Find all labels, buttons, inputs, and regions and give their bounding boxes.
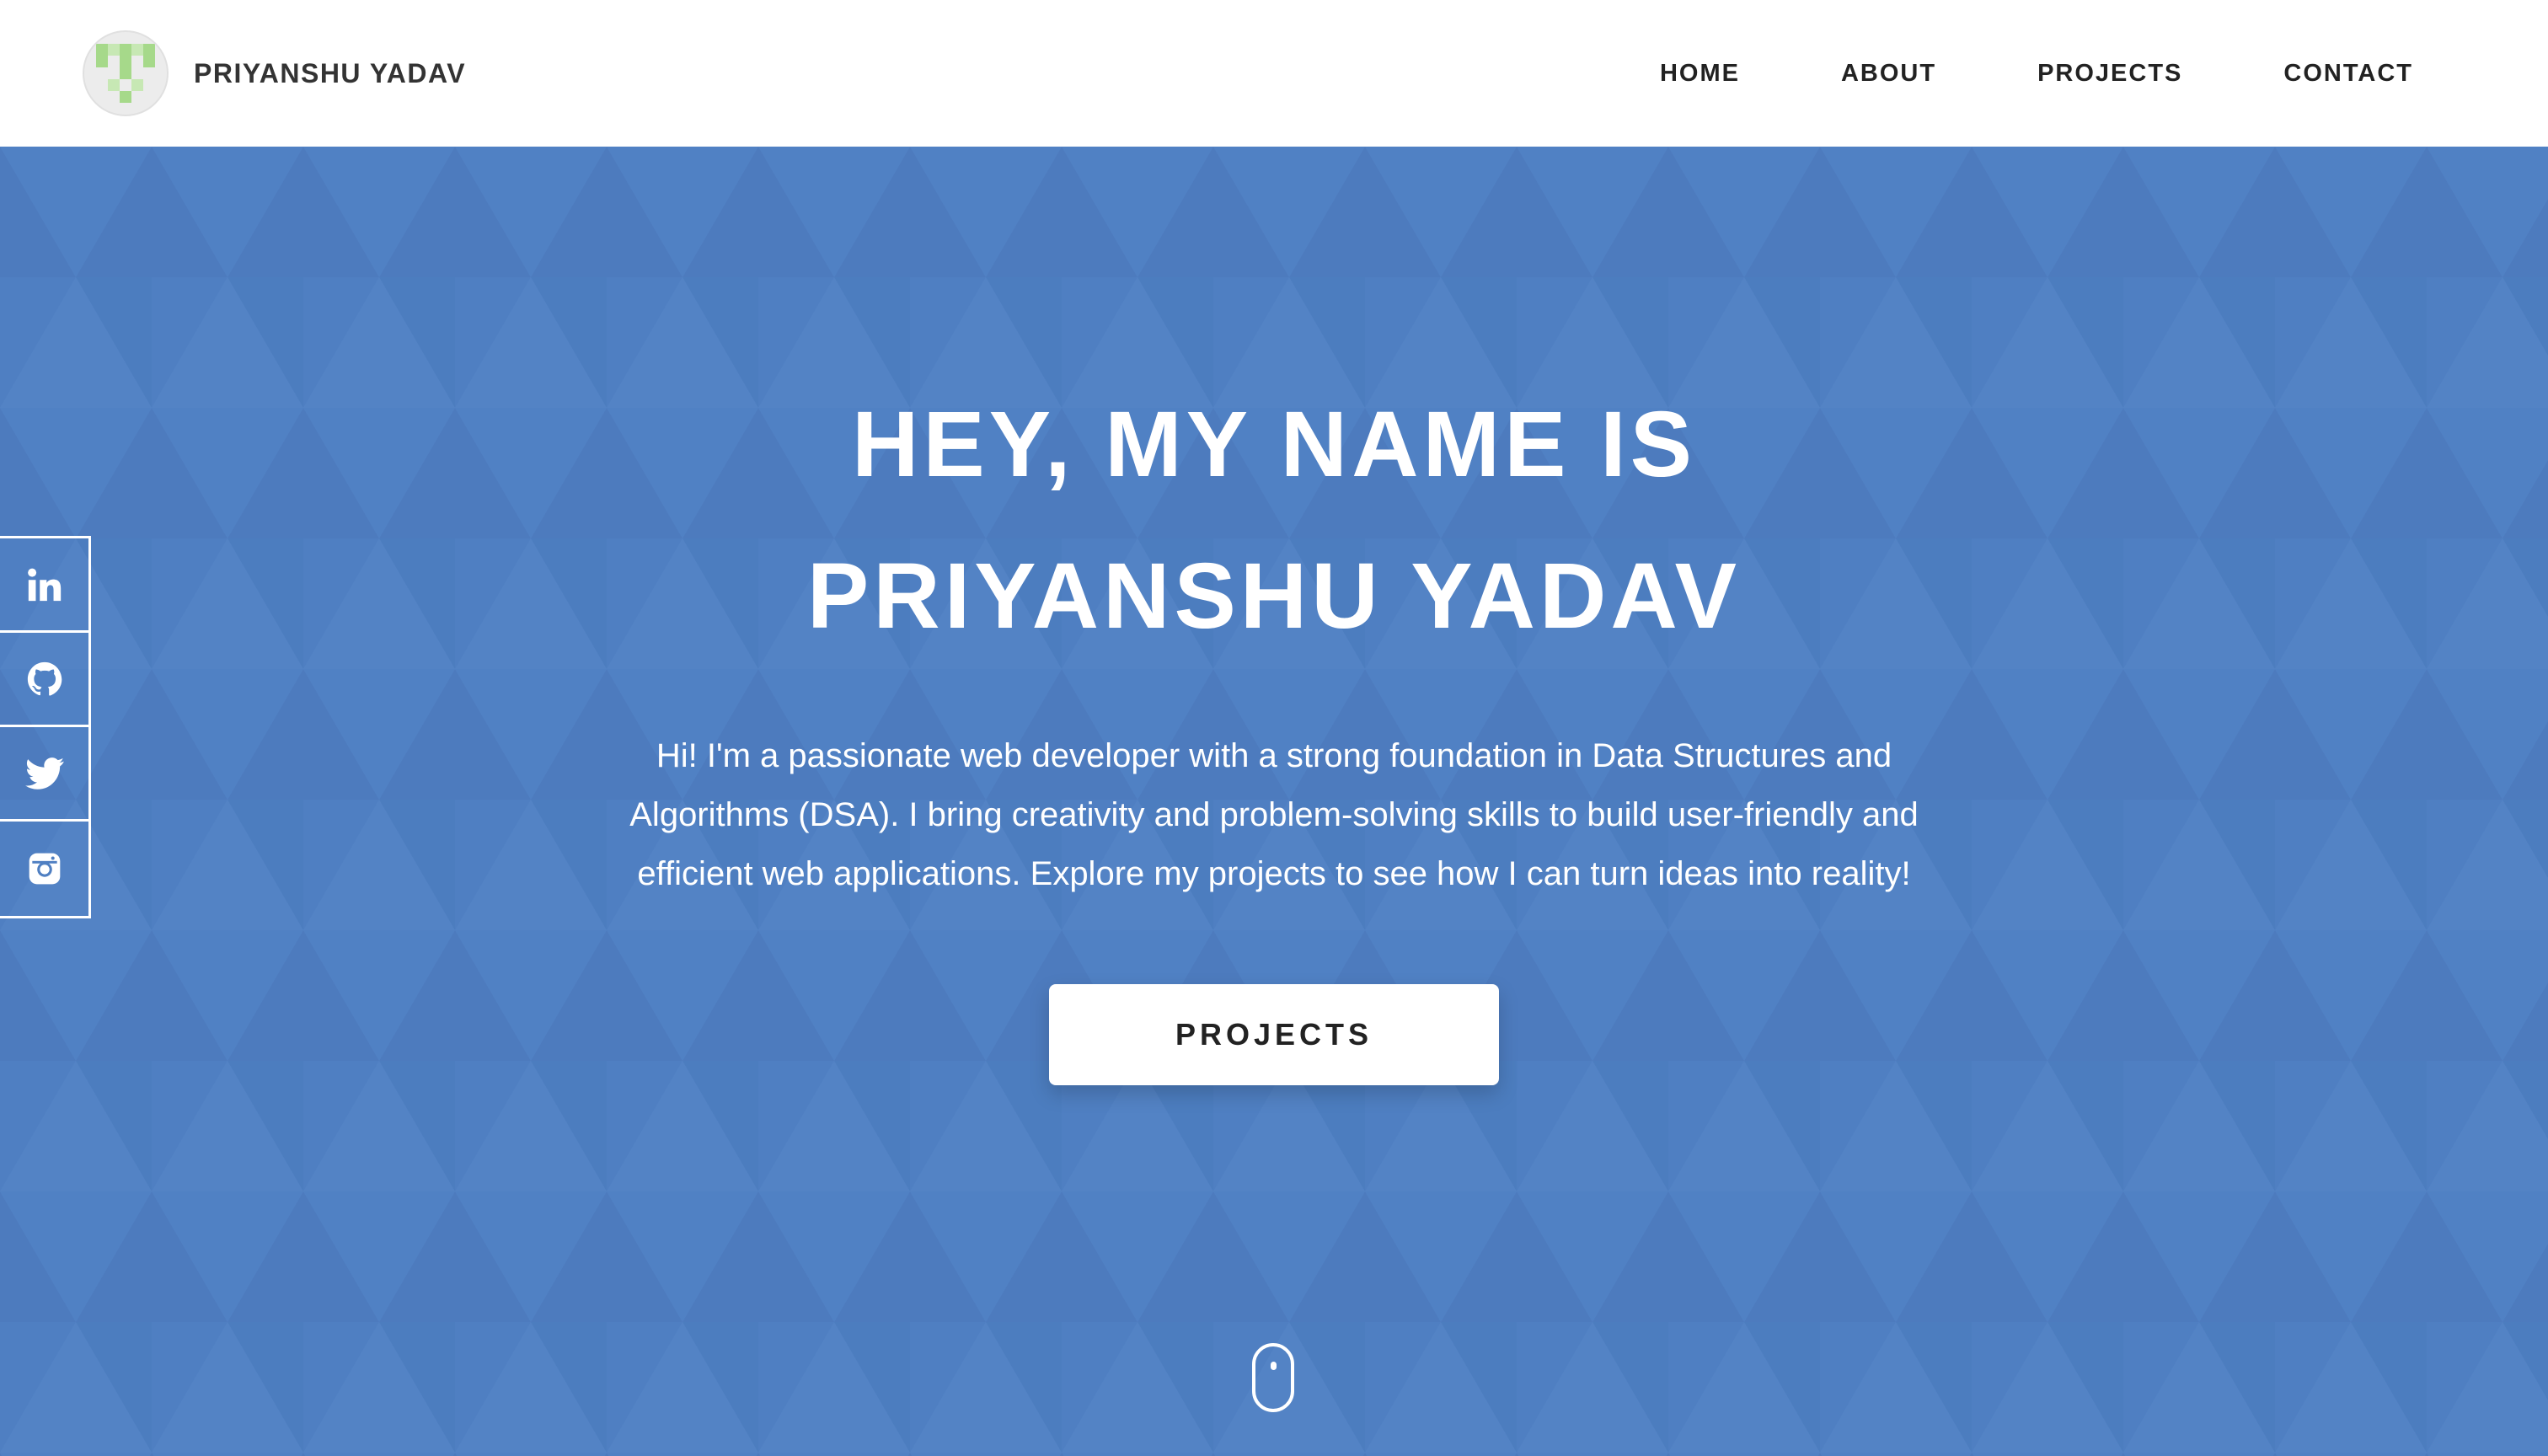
hero-headline-line1: HEY, MY NAME IS xyxy=(851,393,1697,496)
hero-intro: Hi! I'm a passionate web developer with … xyxy=(581,726,1967,903)
avatar[interactable] xyxy=(83,30,169,116)
brand[interactable]: PRIYANSHU YADAV xyxy=(83,30,466,116)
linkedin-icon xyxy=(27,568,61,601)
hero-content: HEY, MY NAME IS PRIYANSHU YADAV Hi! I'm … xyxy=(0,147,2548,1456)
hero-intro-line: efficient web applications. Explore my p… xyxy=(637,855,1911,892)
brand-name[interactable]: PRIYANSHU YADAV xyxy=(194,58,466,89)
nav-projects[interactable]: PROJECTS xyxy=(2037,60,2182,88)
site-header: PRIYANSHU YADAV HOME ABOUT PROJECTS CONT… xyxy=(0,0,2548,147)
social-link-github[interactable] xyxy=(0,633,88,727)
hero-headline-line2: PRIYANSHU YADAV xyxy=(806,544,1742,648)
instagram-icon xyxy=(29,853,60,885)
mouse-wheel xyxy=(1271,1362,1277,1370)
projects-button[interactable]: PROJECTS xyxy=(1049,984,1499,1085)
social-sidebar xyxy=(0,536,91,918)
social-link-twitter[interactable] xyxy=(0,727,88,822)
hero-intro-line: Algorithms (DSA). I bring creativity and… xyxy=(629,796,1919,833)
github-icon xyxy=(27,661,62,696)
nav-home[interactable]: HOME xyxy=(1660,60,1740,88)
social-link-instagram[interactable] xyxy=(0,822,88,916)
main-nav: HOME ABOUT PROJECTS CONTACT xyxy=(1660,60,2413,88)
twitter-icon xyxy=(24,757,64,790)
social-link-linkedin[interactable] xyxy=(0,538,88,633)
nav-about[interactable]: ABOUT xyxy=(1841,60,1936,88)
mouse-scroll-icon[interactable] xyxy=(1252,1343,1294,1412)
pixel-avatar-icon xyxy=(96,44,155,103)
hero-intro-line: Hi! I'm a passionate web developer with … xyxy=(656,737,1892,774)
hero-section: HEY, MY NAME IS PRIYANSHU YADAV Hi! I'm … xyxy=(0,147,2548,1456)
nav-contact[interactable]: CONTACT xyxy=(2283,60,2413,88)
